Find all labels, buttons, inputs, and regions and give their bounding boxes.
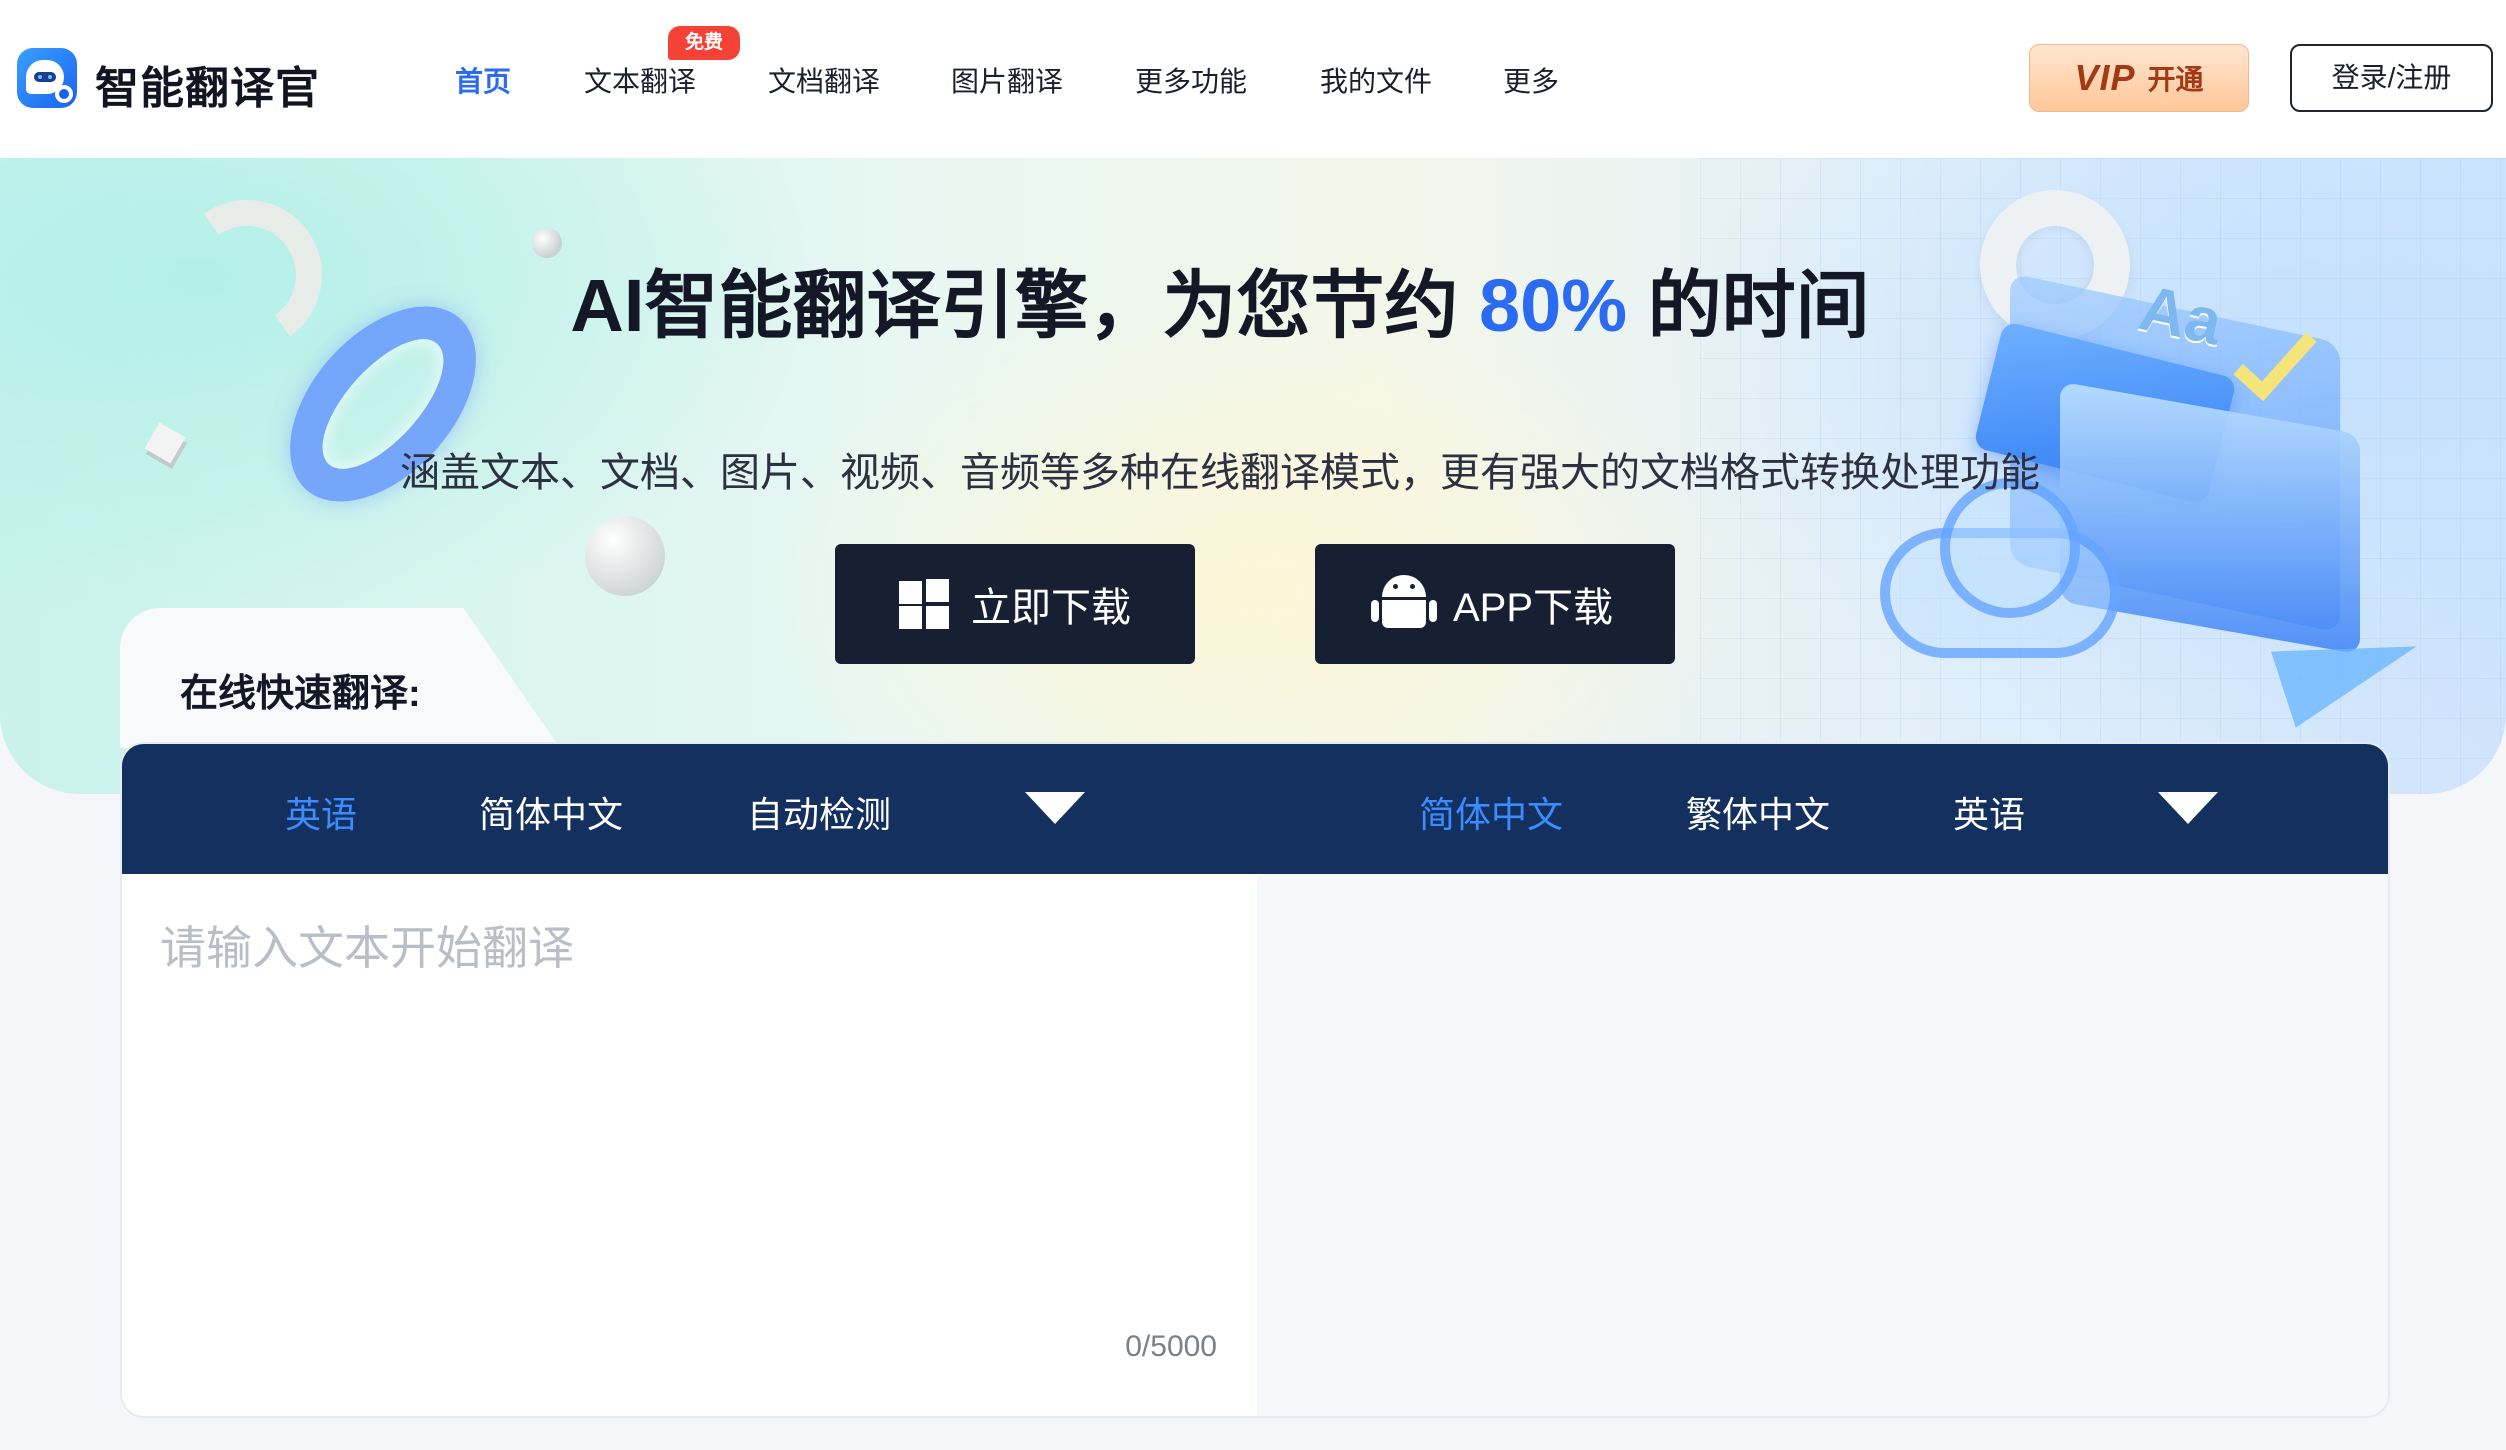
android-icon	[1370, 573, 1437, 635]
windows-icon	[899, 579, 949, 629]
download-now-label: 立即下载	[971, 586, 1131, 630]
source-text-input[interactable]	[160, 912, 1220, 1292]
hero-subtitle: 涵盖文本、文档、图片、视频、音频等多种在线翻译模式，更有强大的文档格式转换处理功…	[400, 451, 2040, 495]
vip-open-button[interactable]: VIP 开通	[2029, 44, 2249, 112]
nav-doc-translate[interactable]: 文档翻译	[768, 60, 880, 100]
vip-label: VIP	[2074, 57, 2136, 98]
nav-image-translate[interactable]: 图片翻译	[951, 60, 1063, 100]
target-lang-english[interactable]: 英语	[1953, 786, 2025, 838]
app-download-label: APP下载	[1452, 586, 1614, 630]
source-lang-dropdown-icon[interactable]	[1025, 792, 1085, 824]
language-bar: 英语 简体中文 自动检测 简体中文 繁体中文 英语	[122, 744, 2388, 874]
source-lang-simplified-chinese[interactable]: 简体中文	[479, 786, 623, 838]
free-badge: 免费	[668, 26, 740, 60]
nav-more-features[interactable]: 更多功能	[1135, 60, 1247, 100]
cloud-top-decoration	[1940, 478, 2080, 618]
nav-my-files[interactable]: 我的文件	[1320, 60, 1432, 100]
char-counter: 0/5000	[1125, 1330, 1217, 1363]
target-lang-simplified-chinese[interactable]: 简体中文	[1419, 786, 1563, 838]
top-header: 智能翻译官 首页 文本翻译 免费 文档翻译 图片翻译 更多功能 我的文件 更多 …	[0, 0, 2506, 158]
hero-title: AI智能翻译引擎，为您节约 80% 的时间	[0, 246, 2440, 353]
nav-home[interactable]: 首页	[455, 60, 511, 100]
nav-more[interactable]: 更多	[1503, 60, 1559, 100]
source-lang-auto-detect[interactable]: 自动检测	[747, 786, 891, 838]
hero-title-suffix: 的时间	[1647, 264, 1870, 347]
translator-panel: 英语 简体中文 自动检测 简体中文 繁体中文 英语 0/5000	[120, 742, 2390, 1418]
download-now-button[interactable]: 立即下载	[835, 544, 1195, 664]
app-download-button[interactable]: APP下载	[1315, 544, 1675, 664]
translator-section-title: 在线快速翻译:	[180, 673, 421, 715]
vip-open-label: 开通	[2147, 64, 2204, 95]
source-lang-english[interactable]: 英语	[285, 786, 357, 838]
login-register-button[interactable]: 登录/注册	[2290, 44, 2493, 112]
sphere-decoration	[585, 516, 665, 596]
hero-title-highlight: 80%	[1478, 264, 1628, 347]
hero-title-prefix: AI智能翻译引擎，为您节约	[570, 264, 1459, 347]
target-lang-traditional-chinese[interactable]: 繁体中文	[1686, 786, 1830, 838]
result-pane	[1257, 874, 2388, 1416]
target-lang-dropdown-icon[interactable]	[2158, 792, 2218, 824]
source-pane: 0/5000	[122, 874, 1257, 1416]
logo-icon[interactable]	[17, 48, 77, 108]
brand-name[interactable]: 智能翻译官	[95, 52, 320, 116]
nav-text-translate[interactable]: 文本翻译	[584, 60, 696, 100]
